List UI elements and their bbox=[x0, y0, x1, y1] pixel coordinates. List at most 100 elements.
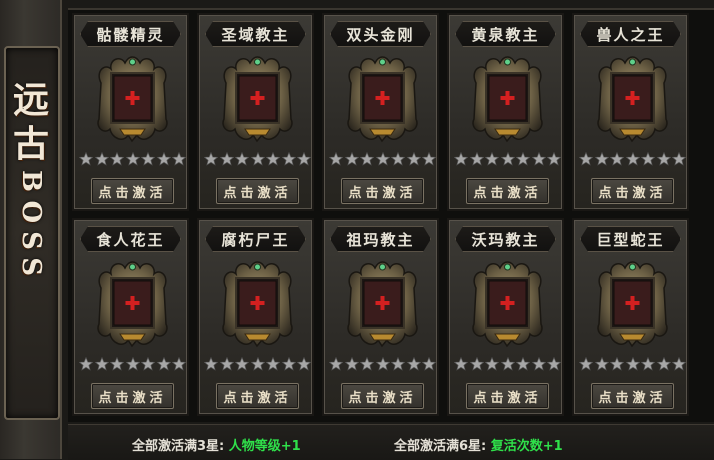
portrait-frame-art bbox=[597, 56, 668, 143]
star-icon bbox=[375, 356, 390, 372]
star-icon bbox=[640, 151, 656, 167]
activate-button[interactable]: 点击激活 bbox=[591, 383, 674, 409]
boss-portrait-slot[interactable] bbox=[95, 258, 170, 350]
star-rating bbox=[453, 356, 562, 372]
side-title-boss: BOSS bbox=[16, 170, 46, 285]
star-icon bbox=[625, 356, 640, 372]
boss-name-plate: 骷髅精灵 bbox=[80, 21, 181, 47]
boss-name-plate: 圣域教主 bbox=[205, 21, 306, 47]
boss-grid: 骷髅精灵 点击激活 圣域教主 点击激活 双头金刚 点击激活 黄泉教主 点击激活 … bbox=[68, 8, 714, 422]
boss-card: 骷髅精灵 点击激活 bbox=[72, 13, 189, 211]
boss-portrait-slot[interactable] bbox=[595, 53, 670, 145]
activate-button[interactable]: 点击激活 bbox=[466, 178, 549, 204]
boss-portrait-slot[interactable] bbox=[220, 258, 295, 350]
star-rating bbox=[203, 356, 312, 372]
boss-name-plate: 双头金刚 bbox=[330, 21, 431, 47]
boss-card: 祖玛教主 点击激活 bbox=[322, 218, 439, 416]
activate-button[interactable]: 点击激活 bbox=[216, 178, 299, 204]
star-rating bbox=[203, 151, 312, 167]
star-icon bbox=[406, 356, 421, 372]
star-icon bbox=[500, 356, 515, 372]
star-icon bbox=[515, 356, 531, 372]
star-icon bbox=[94, 151, 109, 167]
activate-button[interactable]: 点击激活 bbox=[341, 383, 424, 409]
reward-2: 全部激活满6星: 复活次数+1 bbox=[394, 435, 563, 454]
star-icon bbox=[94, 356, 109, 372]
boss-name-plate: 腐朽尸王 bbox=[205, 226, 306, 252]
star-icon bbox=[656, 356, 671, 372]
star-icon bbox=[500, 151, 515, 167]
star-icon bbox=[156, 356, 171, 372]
star-icon bbox=[250, 356, 265, 372]
star-icon bbox=[515, 151, 531, 167]
portrait-frame-art bbox=[347, 261, 418, 348]
side-title-char-2: 古 bbox=[12, 123, 49, 165]
star-icon bbox=[406, 151, 421, 167]
star-icon bbox=[531, 151, 546, 167]
star-icon bbox=[265, 151, 281, 167]
star-rating bbox=[328, 151, 437, 167]
star-icon bbox=[390, 356, 406, 372]
star-icon bbox=[78, 151, 94, 167]
boss-portrait-slot[interactable] bbox=[345, 258, 420, 350]
star-icon bbox=[265, 356, 281, 372]
star-rating bbox=[578, 356, 687, 372]
boss-name: 沃玛教主 bbox=[471, 230, 540, 249]
boss-card: 兽人之王 点击激活 bbox=[572, 13, 689, 211]
star-icon bbox=[296, 151, 312, 167]
boss-card: 巨型蛇王 点击激活 bbox=[572, 218, 689, 416]
star-icon bbox=[656, 151, 671, 167]
activate-button[interactable]: 点击激活 bbox=[466, 383, 549, 409]
star-icon bbox=[546, 356, 562, 372]
star-icon bbox=[421, 151, 437, 167]
portrait-frame-art bbox=[222, 56, 293, 143]
star-icon bbox=[546, 151, 562, 167]
activate-button[interactable]: 点击激活 bbox=[341, 178, 424, 204]
portrait-frame-art bbox=[97, 261, 168, 348]
activate-button[interactable]: 点击激活 bbox=[91, 383, 174, 409]
reward-1: 全部激活满3星: 人物等级+1 bbox=[132, 435, 301, 454]
star-icon bbox=[578, 151, 594, 167]
star-icon bbox=[421, 356, 437, 372]
star-icon bbox=[609, 151, 625, 167]
star-icon bbox=[671, 151, 687, 167]
boss-portrait-slot[interactable] bbox=[95, 53, 170, 145]
star-icon bbox=[234, 151, 250, 167]
star-icon bbox=[625, 151, 640, 167]
star-icon bbox=[484, 151, 500, 167]
boss-name: 双头金刚 bbox=[346, 25, 415, 44]
star-icon bbox=[359, 151, 375, 167]
boss-name: 祖玛教主 bbox=[346, 230, 415, 249]
star-icon bbox=[328, 356, 344, 372]
boss-portrait-slot[interactable] bbox=[470, 258, 545, 350]
star-icon bbox=[219, 151, 234, 167]
star-icon bbox=[203, 151, 219, 167]
star-icon bbox=[125, 151, 140, 167]
boss-name: 腐朽尸王 bbox=[221, 230, 290, 249]
portrait-frame-art bbox=[222, 261, 293, 348]
boss-name-plate: 黄泉教主 bbox=[455, 21, 556, 47]
boss-name-plate: 兽人之王 bbox=[580, 21, 681, 47]
star-icon bbox=[578, 356, 594, 372]
boss-card: 沃玛教主 点击激活 bbox=[447, 218, 564, 416]
portrait-frame-art bbox=[597, 261, 668, 348]
boss-card: 双头金刚 点击激活 bbox=[322, 13, 439, 211]
activate-button[interactable]: 点击激活 bbox=[91, 178, 174, 204]
boss-portrait-slot[interactable] bbox=[595, 258, 670, 350]
boss-portrait-slot[interactable] bbox=[470, 53, 545, 145]
star-icon bbox=[328, 151, 344, 167]
star-icon bbox=[453, 356, 469, 372]
star-icon bbox=[640, 356, 656, 372]
activate-button[interactable]: 点击激活 bbox=[216, 383, 299, 409]
star-icon bbox=[281, 151, 296, 167]
star-icon bbox=[594, 356, 609, 372]
star-icon bbox=[140, 356, 156, 372]
star-icon bbox=[296, 356, 312, 372]
boss-portrait-slot[interactable] bbox=[345, 53, 420, 145]
side-banner: 远 古 BOSS bbox=[0, 0, 62, 459]
boss-card: 腐朽尸王 点击激活 bbox=[197, 218, 314, 416]
boss-portrait-slot[interactable] bbox=[220, 53, 295, 145]
activate-button[interactable]: 点击激活 bbox=[591, 178, 674, 204]
portrait-frame-art bbox=[472, 261, 543, 348]
star-icon bbox=[78, 356, 94, 372]
